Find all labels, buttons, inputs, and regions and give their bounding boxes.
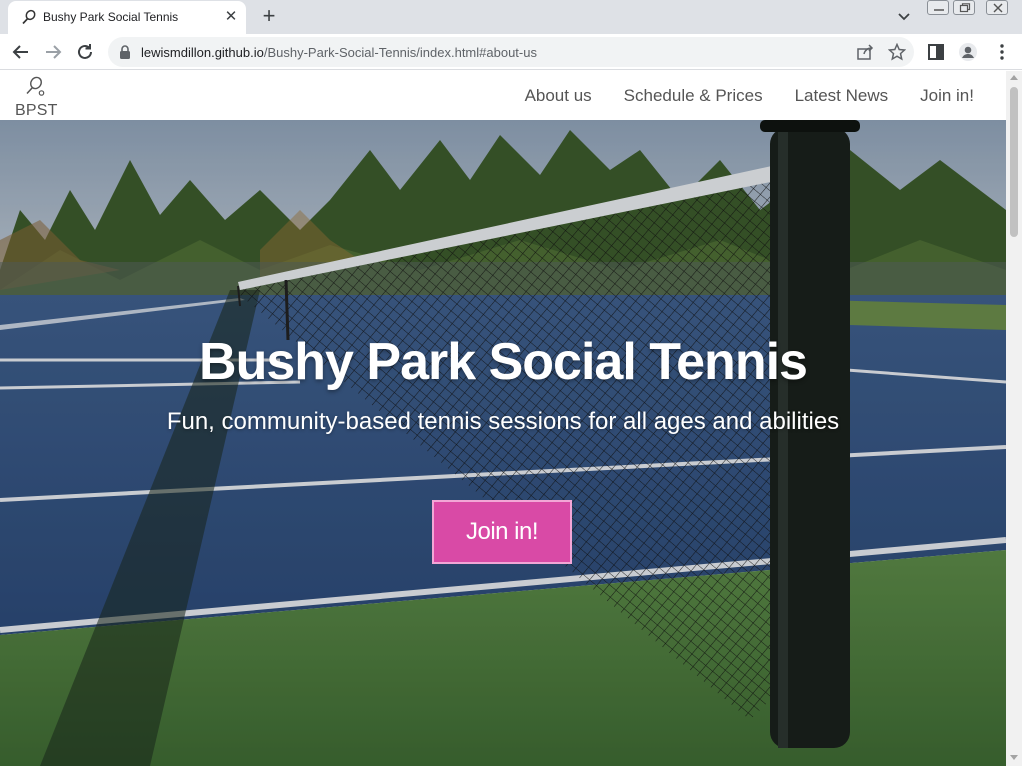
page-scrollbar[interactable] <box>1006 71 1022 766</box>
nav-link-latest-news[interactable]: Latest News <box>795 86 889 106</box>
page-viewport: BPST About us Schedule & Prices Latest N… <box>0 71 1006 766</box>
hero-title: Bushy Park Social Tennis <box>199 333 808 391</box>
url-host: lewismdillon.github.io <box>141 45 264 60</box>
hero-subtitle: Fun, community-based tennis sessions for… <box>166 408 840 435</box>
hero-background-image <box>0 120 1006 766</box>
profile-icon[interactable] <box>958 42 978 62</box>
lock-icon[interactable] <box>119 45 131 59</box>
site-navbar: BPST About us Schedule & Prices Latest N… <box>0 71 1006 120</box>
browser-tabstrip: Bushy Park Social Tennis ✕ + <box>0 0 1022 34</box>
side-panel-icon[interactable] <box>926 42 946 62</box>
plus-icon[interactable]: + <box>256 4 282 30</box>
forward-arrow-icon[interactable] <box>41 40 65 64</box>
brand-name: BPST <box>15 102 58 119</box>
reload-icon[interactable] <box>73 40 97 64</box>
scroll-thumb[interactable] <box>1010 87 1018 237</box>
chevron-down-icon[interactable] <box>893 6 915 28</box>
brand-link[interactable]: BPST <box>14 73 58 119</box>
nav-links: About us Schedule & Prices Latest News J… <box>525 86 974 106</box>
nav-link-about-us[interactable]: About us <box>525 86 592 106</box>
tennis-racket-icon <box>26 76 45 96</box>
join-in-button[interactable]: Join in! <box>432 500 572 564</box>
address-bar[interactable]: lewismdillon.github.io/Bushy-Park-Social… <box>108 37 914 67</box>
restore-button[interactable] <box>953 0 975 15</box>
browser-toolbar: lewismdillon.github.io/Bushy-Park-Social… <box>0 34 1022 70</box>
nav-link-join-in[interactable]: Join in! <box>920 86 974 106</box>
nav-link-schedule-prices[interactable]: Schedule & Prices <box>624 86 763 106</box>
hero-section: Bushy Park Social Tennis Fun, community-… <box>0 120 1006 766</box>
scroll-up-arrow[interactable] <box>1010 75 1018 80</box>
browser-tab[interactable]: Bushy Park Social Tennis ✕ <box>8 1 246 34</box>
scroll-down-arrow[interactable] <box>1010 755 1018 760</box>
tennis-racket-icon <box>22 9 36 25</box>
url-path: /Bushy-Park-Social-Tennis/index.html#abo… <box>263 45 537 60</box>
minimize-button[interactable] <box>927 0 949 15</box>
url-text: lewismdillon.github.io/Bushy-Park-Social… <box>141 45 537 60</box>
more-vert-icon[interactable] <box>992 42 1012 62</box>
share-icon[interactable] <box>856 43 874 61</box>
close-icon[interactable]: ✕ <box>221 7 241 27</box>
back-arrow-icon[interactable] <box>9 40 33 64</box>
window-close-button[interactable] <box>986 0 1008 15</box>
star-icon[interactable] <box>888 43 906 61</box>
tab-title: Bushy Park Social Tennis <box>43 10 179 24</box>
